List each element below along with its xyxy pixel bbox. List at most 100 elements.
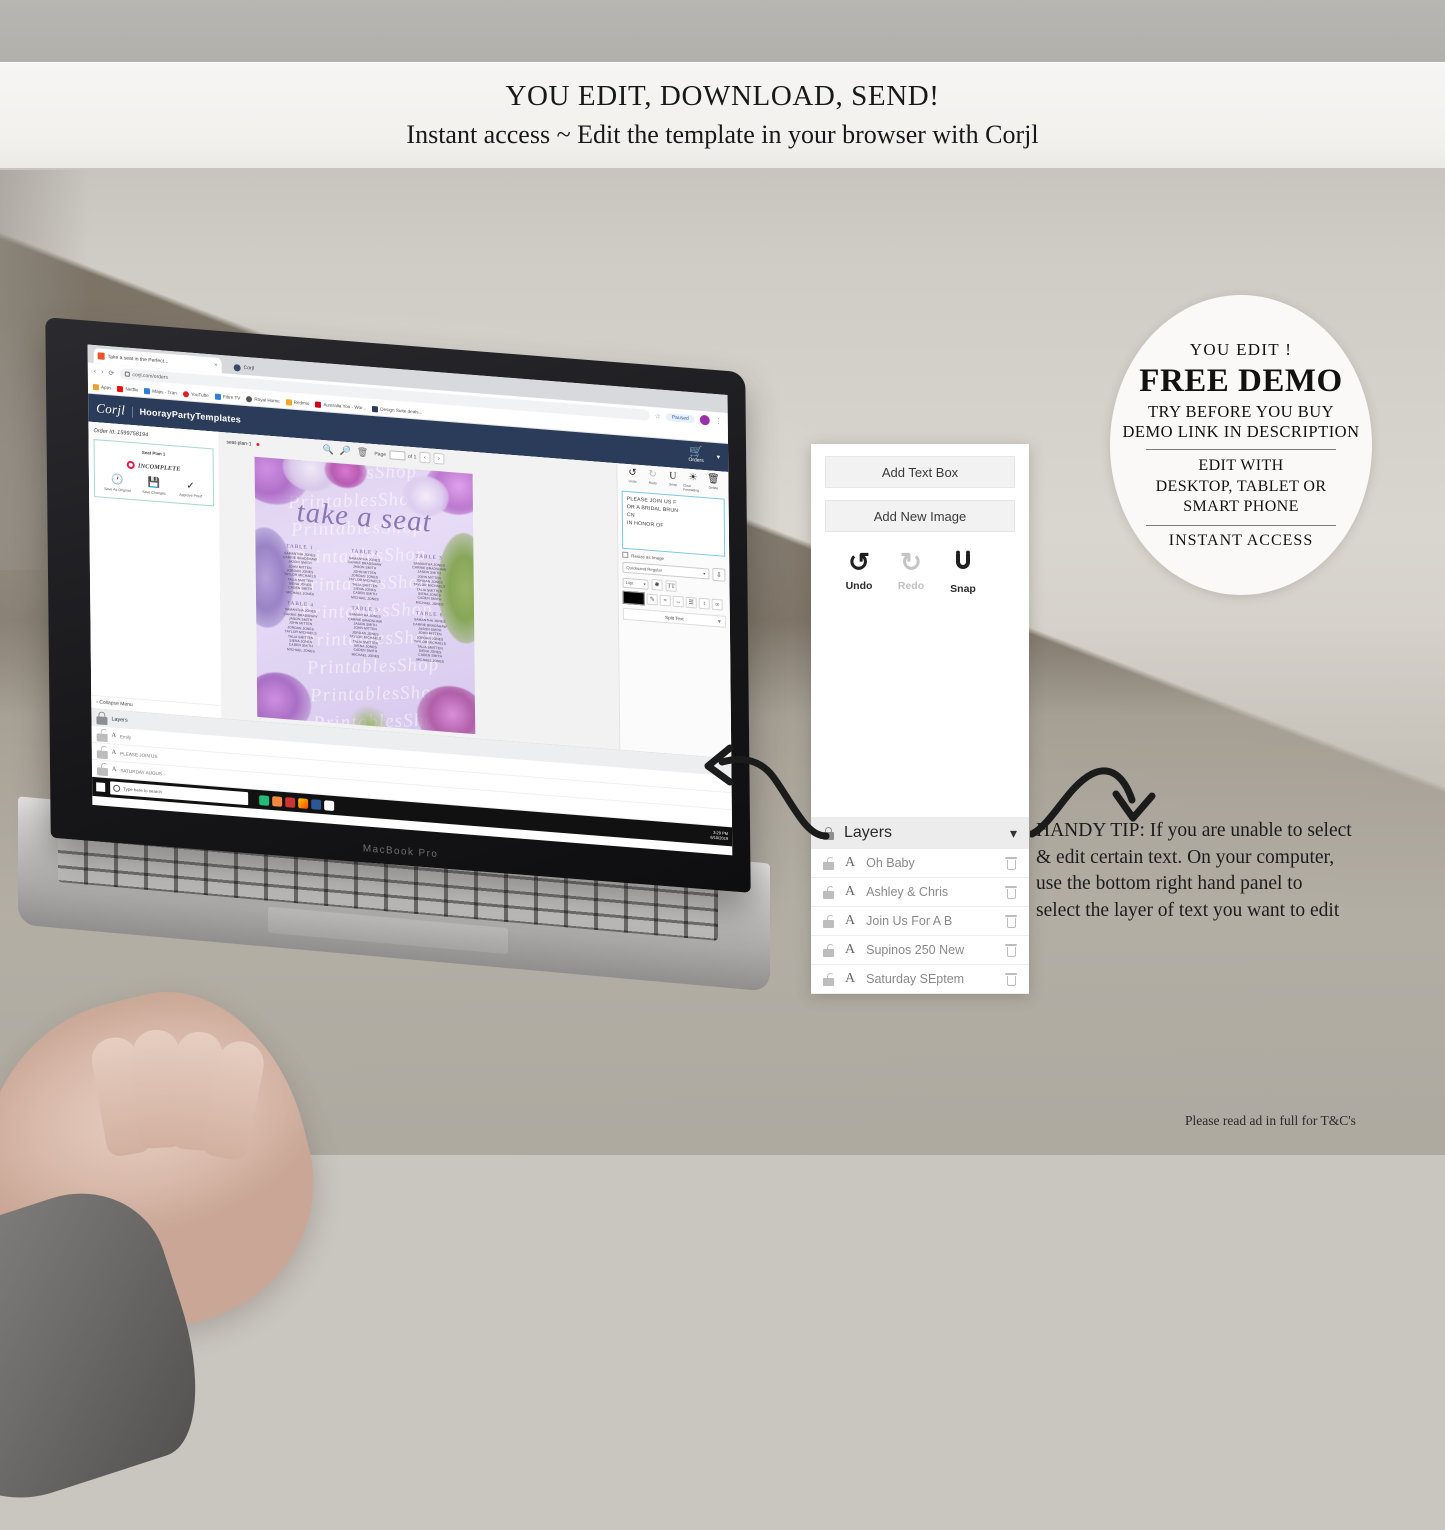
store-icon[interactable]: [272, 795, 283, 807]
bookmark-item[interactable]: Royal Home: [246, 395, 280, 405]
snap-button[interactable]: Snap: [937, 550, 989, 595]
bookmark-item[interactable]: Netflix: [117, 385, 138, 393]
editor-clear-label: Clear Formatting: [683, 483, 699, 493]
table-block[interactable]: TABLE 2 SAMANTHA JONES CARRIE BRADSHAW JAS…: [334, 547, 395, 603]
font-upload-button[interactable]: ⇩: [712, 567, 726, 582]
lock-open-icon[interactable]: [96, 762, 109, 776]
zoom-in-icon[interactable]: 🔍: [322, 444, 333, 456]
undo-button[interactable]: ↺ Undo: [833, 550, 885, 595]
table-block[interactable]: TABLE 6 SAMANTHA JONES CARRIE BRADSHAW JAS…: [399, 609, 460, 665]
reload-icon[interactable]: ⟳: [108, 369, 114, 377]
chrome-icon[interactable]: [298, 797, 309, 809]
eyedropper-icon[interactable]: ✎: [646, 593, 658, 606]
chevron-down-icon[interactable]: ▾: [717, 453, 721, 461]
vertical-align-icon[interactable]: ↕: [698, 597, 710, 610]
layer-row[interactable]: A Saturday SEptem: [811, 965, 1029, 994]
windows-start-icon[interactable]: [96, 782, 106, 792]
delete-layer-icon[interactable]: [1005, 856, 1017, 870]
profile-avatar[interactable]: [699, 414, 710, 426]
lock-open-icon[interactable]: [96, 728, 108, 742]
seating-chart-template[interactable]: PrintablesShop PrintablesShop PrintablesSh…: [254, 456, 476, 735]
delete-layer-icon[interactable]: [1005, 943, 1017, 957]
acrobat-icon[interactable]: [285, 796, 296, 808]
save-changes-button[interactable]: 💾 Save Changes: [136, 477, 172, 496]
bookmark-item[interactable]: Redmio: [285, 398, 310, 407]
lock-open-icon[interactable]: [823, 943, 834, 957]
chrome-menu-icon[interactable]: ⋮: [715, 416, 722, 425]
layer-row[interactable]: A Supinos 250 New: [811, 936, 1029, 965]
curve-text-icon[interactable]: ∞: [711, 598, 723, 611]
next-page-button[interactable]: ›: [433, 452, 445, 465]
approve-proof-button[interactable]: ✓ Approve Proof: [172, 480, 208, 499]
bookmark-item[interactable]: YouTube: [182, 390, 209, 399]
layers-panel: Layers ▾ A Oh Baby A Ashley & Chris A Jo…: [811, 817, 1029, 994]
trash-icon[interactable]: 🗑: [357, 447, 369, 459]
add-text-box-button[interactable]: Add Text Box: [825, 456, 1015, 488]
table-block[interactable]: TABLE 5 SAMANTHA JONES CARRIE BRADSHAW JAS…: [335, 604, 396, 660]
panel-tools-row: ↺ Undo ↻ Redo Snap: [811, 532, 1029, 596]
bookmark-favicon-icon: [92, 383, 100, 390]
text-color-swatch[interactable]: [622, 590, 645, 606]
corjl-logo[interactable]: Corjl: [96, 400, 125, 418]
text-transform-button[interactable]: TT: [665, 580, 677, 592]
table-block[interactable]: TABLE 4 SAMANTHA JONES CARRIE BRADSHAW JAS…: [270, 599, 331, 655]
resize-as-image-label: Resize as Image: [631, 552, 665, 561]
layer-row[interactable]: A Oh Baby: [811, 849, 1029, 878]
table-block[interactable]: TABLE 3 SAMANTHA JONES CARRIE BRADSHAW JAS…: [399, 552, 460, 608]
redo-button[interactable]: ↻ Redo: [885, 550, 937, 595]
bookmark-item[interactable]: Fibre TV: [214, 393, 241, 401]
mail-icon[interactable]: [324, 799, 335, 811]
editor-delete-button[interactable]: 🗑 Delete: [703, 473, 723, 495]
delete-layer-icon[interactable]: [1005, 914, 1017, 928]
lock-open-icon[interactable]: [823, 885, 834, 899]
chevron-down-icon[interactable]: ▾: [1010, 825, 1017, 842]
delete-layer-icon[interactable]: [1005, 885, 1017, 899]
text-content-input[interactable]: PLEASE JOIN US F OR A BRIDAL BRUN CN IN HON…: [621, 490, 726, 557]
editor-undo-button[interactable]: ↺ Undo: [622, 467, 642, 489]
prev-page-button[interactable]: ‹: [419, 451, 431, 464]
lock-open-icon[interactable]: [96, 745, 108, 759]
tab-close-icon[interactable]: ×: [214, 362, 218, 368]
zoom-out-icon[interactable]: 🔎: [340, 445, 351, 457]
tab-title: Take a seat in the Perfect...: [107, 353, 169, 365]
delete-icon: 🗑: [706, 473, 720, 486]
layer-row[interactable]: A Join Us For A B: [811, 907, 1029, 936]
lock-open-icon[interactable]: [823, 856, 834, 870]
delete-layer-icon[interactable]: [1005, 972, 1017, 986]
font-size-select[interactable]: 14pt ▾: [622, 577, 649, 590]
forward-icon[interactable]: ›: [101, 369, 103, 376]
letter-spacing-icon[interactable]: ↔: [672, 595, 684, 608]
layer-row[interactable]: A Ashley & Chris: [811, 878, 1029, 907]
editor-snap-label: Snap: [669, 482, 677, 487]
word-icon[interactable]: [311, 798, 322, 810]
resize-as-image-checkbox[interactable]: [622, 551, 629, 559]
order-card[interactable]: Seat Plan 1 INCOMPLETE 🕐 Save As Origina…: [93, 439, 215, 507]
line-height-icon[interactable]: ≡: [659, 594, 671, 607]
lock-open-icon[interactable]: [823, 914, 834, 928]
back-icon[interactable]: ‹: [94, 368, 96, 375]
canvas-file-name: seat-plan-1: [226, 438, 252, 447]
bookmark-item[interactable]: Maps - Tran: [144, 387, 177, 396]
page-number-input[interactable]: [388, 450, 406, 461]
orders-button[interactable]: 🛒 Orders: [688, 446, 703, 464]
add-new-image-button[interactable]: Add New Image: [825, 500, 1015, 532]
table-block[interactable]: TABLE 1 SAMANTHA JONES CARRIE BRADSHAW JAS…: [269, 542, 330, 598]
split-text-accordion[interactable]: Split Text ▾: [622, 607, 726, 628]
editor-clear-format-button[interactable]: ☀ Clear Formatting: [683, 472, 703, 493]
bookmark-item[interactable]: Australia You - Wor...: [315, 400, 366, 411]
explorer-icon[interactable]: [259, 794, 270, 806]
editor-redo-button[interactable]: ↻ Redo: [643, 469, 663, 490]
lock-open-icon[interactable]: [823, 972, 834, 986]
bookmark-item[interactable]: Design Suite deals...: [372, 405, 422, 415]
align-icon[interactable]: ☰: [685, 596, 697, 609]
bookmark-star-icon[interactable]: ☆: [655, 412, 661, 421]
layers-header[interactable]: Layers ▾: [811, 817, 1029, 849]
text-effects-button[interactable]: ✺: [651, 578, 663, 591]
editor-snap-button[interactable]: U Snap: [663, 470, 683, 492]
lock-icon: [124, 371, 130, 377]
bookmark-item[interactable]: Apps: [92, 383, 112, 390]
floral-decoration: [416, 683, 476, 735]
status-badge: INCOMPLETE: [99, 458, 209, 475]
clock-save-icon: 🕐: [110, 474, 124, 487]
save-as-original-button[interactable]: 🕐 Save As Original: [99, 474, 135, 493]
